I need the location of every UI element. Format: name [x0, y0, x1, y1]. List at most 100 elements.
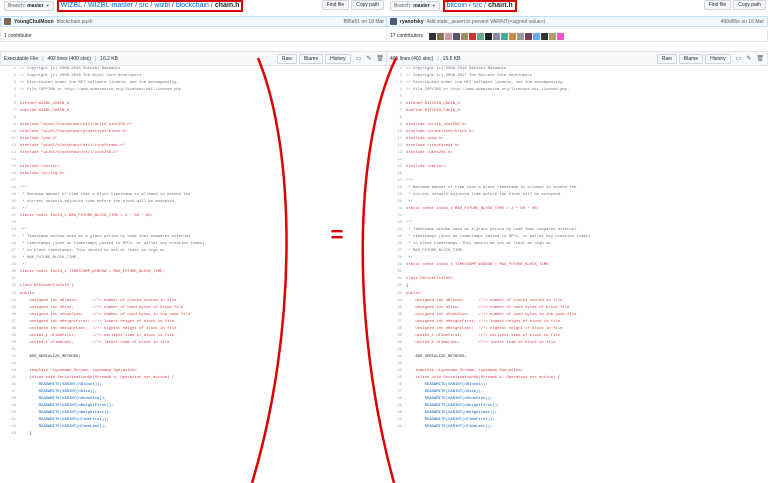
- line-number[interactable]: 27: [386, 248, 406, 255]
- line-number[interactable]: 1: [0, 66, 20, 73]
- line-number[interactable]: 11: [386, 136, 406, 143]
- line-number[interactable]: 50: [0, 410, 20, 417]
- line-number[interactable]: 20: [386, 199, 406, 206]
- line-number[interactable]: 4: [0, 87, 20, 94]
- contributor-avatar[interactable]: [509, 32, 517, 40]
- find-file-button[interactable]: Find file: [703, 0, 732, 10]
- line-number[interactable]: 22: [0, 213, 20, 220]
- branch-selector[interactable]: Branch: master ▼: [4, 0, 54, 11]
- line-number[interactable]: 2: [386, 73, 406, 80]
- line-number[interactable]: 10: [386, 129, 406, 136]
- line-number[interactable]: 52: [0, 424, 20, 431]
- breadcrumb-link[interactable]: WIZBL: [61, 2, 82, 9]
- line-number[interactable]: 37: [0, 319, 20, 326]
- line-number[interactable]: 52: [386, 424, 406, 431]
- history-button[interactable]: History: [705, 53, 731, 64]
- contributor-avatar[interactable]: [525, 32, 533, 40]
- line-number[interactable]: 6: [0, 101, 20, 108]
- line-number[interactable]: 13: [0, 150, 20, 157]
- commit-author[interactable]: YoungChulMoon: [14, 19, 54, 25]
- copy-path-button[interactable]: Copy path: [733, 0, 766, 10]
- line-number[interactable]: 38: [0, 326, 20, 333]
- contributor-avatar[interactable]: [445, 32, 453, 40]
- blame-button[interactable]: Blame: [678, 53, 704, 64]
- line-number[interactable]: 21: [386, 206, 406, 213]
- line-number[interactable]: 33: [0, 291, 20, 298]
- line-number[interactable]: 6: [386, 101, 406, 108]
- line-number[interactable]: 44: [386, 368, 406, 375]
- contributor-avatar[interactable]: [485, 32, 493, 40]
- contributor-avatar[interactable]: [549, 32, 557, 40]
- line-number[interactable]: 45: [0, 375, 20, 382]
- contributor-avatar[interactable]: [501, 32, 509, 40]
- line-number[interactable]: 20: [0, 199, 20, 206]
- line-number[interactable]: 15: [0, 164, 20, 171]
- branch-selector[interactable]: Branch: master ▼: [390, 0, 440, 11]
- line-number[interactable]: 37: [386, 319, 406, 326]
- line-number[interactable]: 50: [386, 410, 406, 417]
- line-number[interactable]: 45: [386, 375, 406, 382]
- line-number[interactable]: 42: [0, 354, 20, 361]
- line-number[interactable]: 51: [0, 417, 20, 424]
- contributor-avatar[interactable]: [541, 32, 549, 40]
- line-number[interactable]: 47: [386, 389, 406, 396]
- find-file-button[interactable]: Find file: [321, 0, 350, 10]
- line-number[interactable]: 46: [386, 382, 406, 389]
- line-number[interactable]: 31: [0, 276, 20, 283]
- contributor-avatar[interactable]: [437, 32, 445, 40]
- commit-author[interactable]: ryanofsky: [400, 19, 424, 25]
- line-number[interactable]: 26: [0, 241, 20, 248]
- line-number[interactable]: 25: [0, 234, 20, 241]
- breadcrumb-link[interactable]: blockchain: [176, 2, 209, 9]
- breadcrumb-link[interactable]: wizbl: [154, 2, 170, 9]
- pencil-icon[interactable]: ✎: [746, 55, 751, 62]
- line-number[interactable]: 17: [0, 178, 20, 185]
- line-number[interactable]: 25: [386, 234, 406, 241]
- line-number[interactable]: 10: [0, 129, 20, 136]
- line-number[interactable]: 29: [386, 262, 406, 269]
- line-number[interactable]: 14: [0, 157, 20, 164]
- contributor-avatar[interactable]: [517, 32, 525, 40]
- breadcrumb-link[interactable]: bitcoin: [447, 2, 467, 9]
- line-number[interactable]: 41: [0, 347, 20, 354]
- line-number[interactable]: 41: [386, 347, 406, 354]
- commit-meta[interactable]: 499d95e on 16 Mar: [721, 19, 764, 25]
- line-number[interactable]: 38: [386, 326, 406, 333]
- breadcrumb-link[interactable]: src: [139, 2, 148, 9]
- history-button[interactable]: History: [325, 53, 351, 64]
- commit-meta[interactable]: ff95e51 on 18 Mar: [344, 19, 385, 25]
- line-number[interactable]: 9: [0, 122, 20, 129]
- contributor-avatar[interactable]: [453, 32, 461, 40]
- breadcrumb-link[interactable]: src: [473, 2, 482, 9]
- line-number[interactable]: 35: [386, 305, 406, 312]
- line-number[interactable]: 5: [386, 94, 406, 101]
- line-number[interactable]: 12: [386, 143, 406, 150]
- line-number[interactable]: 4: [386, 87, 406, 94]
- line-number[interactable]: 24: [386, 227, 406, 234]
- line-number[interactable]: 36: [0, 312, 20, 319]
- line-number[interactable]: 2: [0, 73, 20, 80]
- trash-icon[interactable]: 🗑: [376, 55, 384, 62]
- line-number[interactable]: 5: [0, 94, 20, 101]
- line-number[interactable]: 8: [0, 115, 20, 122]
- line-number[interactable]: 7: [0, 108, 20, 115]
- contributors-count[interactable]: 17 contributors: [390, 33, 423, 39]
- contributor-avatar[interactable]: [429, 32, 437, 40]
- line-number[interactable]: 40: [0, 340, 20, 347]
- line-number[interactable]: 43: [386, 361, 406, 368]
- breadcrumb-link[interactable]: WIZBL-master: [88, 2, 133, 9]
- line-number[interactable]: 51: [386, 417, 406, 424]
- line-number[interactable]: 32: [0, 283, 20, 290]
- commit-message[interactable]: blockchain push: [57, 19, 93, 25]
- line-number[interactable]: 1: [386, 66, 406, 73]
- line-number[interactable]: 3: [386, 80, 406, 87]
- line-number[interactable]: 33: [386, 291, 406, 298]
- raw-button[interactable]: Raw: [276, 53, 297, 64]
- line-number[interactable]: 15: [386, 164, 406, 171]
- blame-button[interactable]: Blame: [298, 53, 324, 64]
- line-number[interactable]: 30: [0, 269, 20, 276]
- line-number[interactable]: 18: [386, 185, 406, 192]
- line-number[interactable]: 49: [0, 403, 20, 410]
- line-number[interactable]: 22: [386, 213, 406, 220]
- line-number[interactable]: 49: [386, 403, 406, 410]
